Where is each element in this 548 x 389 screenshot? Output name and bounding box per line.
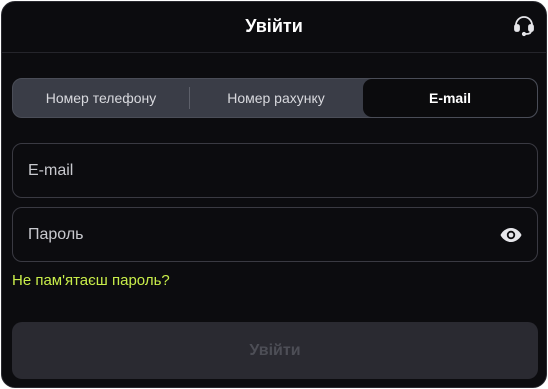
tab-phone-number[interactable]: Номер телефону — [13, 79, 189, 117]
login-modal: Увійти Номер телефону Номер рахунку E-ma… — [1, 1, 547, 388]
forgot-password-link[interactable]: Не пам'ятаєш пароль? — [12, 271, 170, 291]
password-input[interactable] — [28, 208, 488, 261]
eye-icon[interactable] — [499, 223, 523, 247]
modal-header: Увійти — [2, 2, 546, 53]
tab-email[interactable]: E-mail — [363, 79, 537, 117]
headset-icon[interactable] — [512, 13, 536, 37]
email-input[interactable] — [28, 144, 488, 197]
modal-title: Увійти — [245, 16, 303, 36]
tab-account-number[interactable]: Номер рахунку — [189, 79, 363, 117]
login-submit-button[interactable]: Увійти — [12, 322, 538, 379]
password-field — [12, 207, 538, 262]
login-method-tabs: Номер телефону Номер рахунку E-mail — [12, 78, 538, 118]
email-field — [12, 143, 538, 198]
